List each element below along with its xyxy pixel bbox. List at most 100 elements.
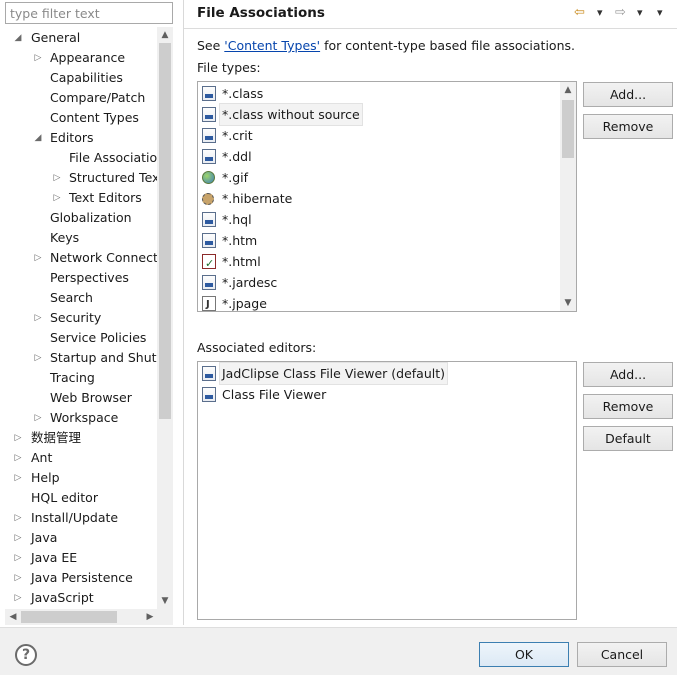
tree-item-label: Java <box>31 530 58 545</box>
tree-item-label: Startup and Shutdown <box>50 350 157 365</box>
tree-item-label: Appearance <box>50 50 126 65</box>
tree-item[interactable]: ▷ Java EE <box>5 548 157 568</box>
collapsed-arrow-icon[interactable]: ▷ <box>13 448 23 468</box>
tree-item-label: Search <box>50 290 93 305</box>
tree-item[interactable]: ▷ Help <box>5 468 157 488</box>
hint-prefix: See <box>197 38 225 53</box>
filter-input[interactable] <box>5 2 173 24</box>
tree-item-label: Web Browser <box>50 390 132 405</box>
tree-item[interactable]: ▷ Workspace <box>5 408 157 428</box>
scroll-down-arrow-icon[interactable]: ▼ <box>157 593 173 609</box>
tree-item-label: Editors <box>50 130 94 145</box>
collapsed-arrow-icon[interactable]: ▷ <box>33 308 43 328</box>
forward-arrow-icon[interactable]: ⇨ <box>615 4 626 22</box>
tree-item[interactable]: Search <box>5 288 157 308</box>
tree-item[interactable]: Keys <box>5 228 157 248</box>
scroll-right-arrow-icon[interactable]: ▶ <box>142 609 158 625</box>
collapsed-arrow-icon[interactable]: ▷ <box>33 248 43 268</box>
class-viewer-icon <box>202 366 216 381</box>
forward-dropdown-icon[interactable]: ▾ <box>637 4 643 22</box>
content-types-link[interactable]: 'Content Types' <box>224 38 320 53</box>
tree-item[interactable]: Service Policies <box>5 328 157 348</box>
tree-item[interactable]: ▷ Structured Text Editors <box>5 168 157 188</box>
collapsed-arrow-icon[interactable]: ▷ <box>33 48 43 68</box>
scroll-thumb-horizontal[interactable] <box>21 611 117 623</box>
cancel-button[interactable]: Cancel <box>577 642 667 667</box>
collapsed-arrow-icon[interactable]: ▷ <box>13 508 23 528</box>
page-title: File Associations <box>197 5 325 21</box>
tree-item[interactable]: ▷ Install/Update <box>5 508 157 528</box>
tree-item[interactable]: ▷ Network Connections <box>5 248 157 268</box>
ok-button[interactable]: OK <box>479 642 569 667</box>
add-file-type-button[interactable]: Add... <box>583 82 673 107</box>
tree-item[interactable]: ▷ Java <box>5 528 157 548</box>
collapsed-arrow-icon[interactable]: ▷ <box>13 528 23 548</box>
tree-vertical-scrollbar[interactable]: ▲ ▼ <box>157 27 173 609</box>
expanded-arrow-icon[interactable]: ◢ <box>13 28 23 48</box>
tree-item-label: General <box>31 30 81 45</box>
file-types-scrollbar[interactable]: ▲ ▼ <box>560 82 576 311</box>
collapsed-arrow-icon[interactable]: ▷ <box>33 408 43 428</box>
scroll-up-arrow-icon[interactable]: ▲ <box>560 82 576 98</box>
tree-item[interactable]: Tracing <box>5 368 157 388</box>
help-icon[interactable]: ? <box>15 644 37 666</box>
collapsed-arrow-icon[interactable]: ▷ <box>52 168 62 188</box>
pane-divider[interactable] <box>183 0 184 625</box>
tree-item[interactable]: ▷ Startup and Shutdown <box>5 348 157 368</box>
tree-item[interactable]: Perspectives <box>5 268 157 288</box>
associated-editors-label: Associated editors: <box>197 340 317 355</box>
htm-file-icon <box>202 233 216 248</box>
list-item-label: *.html <box>222 254 261 269</box>
tree-item[interactable]: ▷ Appearance <box>5 48 157 68</box>
tree-item[interactable]: ◢ General <box>5 28 157 48</box>
list-item-label: *.htm <box>222 233 258 248</box>
tree-item[interactable]: File Associations <box>5 148 157 168</box>
tree-item[interactable]: HQL editor <box>5 488 157 508</box>
scroll-thumb[interactable] <box>562 100 574 158</box>
scroll-up-arrow-icon[interactable]: ▲ <box>157 27 173 43</box>
tree-item[interactable]: ▷ Text Editors <box>5 188 157 208</box>
list-item-label: Class File Viewer <box>222 387 327 402</box>
tree-item[interactable]: Compare/Patch <box>5 88 157 108</box>
view-menu-icon[interactable]: ▾ <box>657 4 663 22</box>
collapsed-arrow-icon[interactable]: ▷ <box>13 568 23 588</box>
tree-item[interactable]: Web Browser <box>5 388 157 408</box>
list-item-label: *.gif <box>222 170 249 185</box>
tree-horizontal-scrollbar[interactable]: ◀ ▶ <box>5 609 173 625</box>
default-editor-button[interactable]: Default <box>583 426 673 451</box>
tree-item-label: 数据管理 <box>31 430 82 445</box>
scroll-thumb[interactable] <box>159 43 171 419</box>
collapsed-arrow-icon[interactable]: ▷ <box>52 188 62 208</box>
back-dropdown-icon[interactable]: ▾ <box>597 4 603 22</box>
tree-item[interactable]: Content Types <box>5 108 157 128</box>
tree-item[interactable]: Globalization <box>5 208 157 228</box>
scroll-down-arrow-icon[interactable]: ▼ <box>560 295 576 311</box>
tree-item[interactable]: ◢ Editors <box>5 128 157 148</box>
tree-item[interactable]: ▷ Ant <box>5 448 157 468</box>
file-types-list[interactable]: *.class *.class without source *.crit *.ddl… <box>197 81 577 312</box>
remove-file-type-button[interactable]: Remove <box>583 114 673 139</box>
tree-item[interactable]: Capabilities <box>5 68 157 88</box>
scroll-left-arrow-icon[interactable]: ◀ <box>5 609 21 625</box>
tree-item[interactable]: ▷ Java Persistence <box>5 568 157 588</box>
list-item-label: *.hibernate <box>222 191 293 206</box>
list-item-label: *.ddl <box>222 149 252 164</box>
collapsed-arrow-icon[interactable]: ▷ <box>13 468 23 488</box>
tree-item-label: Perspectives <box>50 270 129 285</box>
remove-editor-button[interactable]: Remove <box>583 394 673 419</box>
jpage-file-icon <box>202 294 216 311</box>
tree-item[interactable]: ▷ 数据管理 <box>5 428 157 448</box>
tree-item[interactable]: ▷ Security <box>5 308 157 328</box>
associated-editors-list[interactable]: JadClipse Class File Viewer (default) Cla… <box>197 361 577 620</box>
collapsed-arrow-icon[interactable]: ▷ <box>13 548 23 568</box>
tree-item[interactable]: ▷ JavaScript <box>5 588 157 608</box>
crit-file-icon <box>202 128 216 143</box>
tree-item-label: Globalization <box>50 210 132 225</box>
back-arrow-icon[interactable]: ⇦ <box>574 4 585 22</box>
collapsed-arrow-icon[interactable]: ▷ <box>33 348 43 368</box>
collapsed-arrow-icon[interactable]: ▷ <box>13 588 23 608</box>
collapsed-arrow-icon[interactable]: ▷ <box>13 428 23 448</box>
list-item-label: *.jpage <box>222 296 267 311</box>
add-editor-button[interactable]: Add... <box>583 362 673 387</box>
expanded-arrow-icon[interactable]: ◢ <box>33 128 43 148</box>
